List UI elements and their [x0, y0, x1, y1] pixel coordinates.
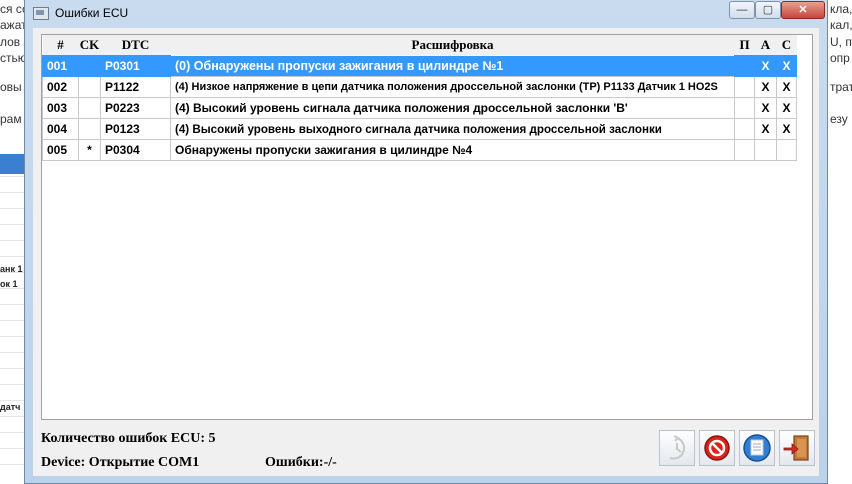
- bg-label: анк 1: [0, 264, 23, 274]
- cell-dtc: P0223: [100, 97, 171, 119]
- table-row[interactable]: 001 P0301 (0) Обнаружены пропуски зажига…: [42, 55, 797, 77]
- cell-num: 003: [42, 97, 79, 119]
- cell-p: [734, 55, 755, 77]
- cell-p: [734, 139, 755, 161]
- table-row[interactable]: 003 P0223 (4) Высокий уровень сигнала да…: [42, 97, 797, 119]
- bg-text-line: опр: [830, 51, 850, 65]
- bg-text-line: трате: [830, 80, 852, 94]
- cell-c: X: [776, 55, 797, 77]
- bg-label: датч: [0, 402, 21, 412]
- cell-num: 005: [42, 139, 79, 161]
- col-desc-header[interactable]: Расшифровка: [170, 35, 735, 56]
- cell-c: X: [776, 76, 797, 98]
- col-num-header[interactable]: #: [42, 35, 79, 56]
- cell-ck: [78, 97, 101, 119]
- window-client: # CK DTC Расшифровка П А С 001 P0301 (0)…: [33, 28, 819, 476]
- bg-text-line: кал,: [830, 18, 852, 32]
- maximize-button[interactable]: ▢: [755, 1, 781, 19]
- errors-grid: # CK DTC Расшифровка П А С 001 P0301 (0)…: [42, 35, 797, 161]
- bg-text-line: езу: [830, 112, 848, 126]
- col-dtc-header[interactable]: DTC: [100, 35, 171, 56]
- bg-text-line: рам: [0, 112, 22, 126]
- cell-p: [734, 118, 755, 140]
- bg-text-line: лов: [0, 35, 21, 49]
- col-ck-header[interactable]: CK: [78, 35, 101, 56]
- cell-p: [734, 76, 755, 98]
- cell-desc: (0) Обнаружены пропуски зажигания в цили…: [170, 55, 735, 77]
- cell-num: 001: [42, 55, 79, 77]
- bg-text-line: стью: [0, 51, 27, 65]
- clear-errors-button[interactable]: [699, 430, 735, 466]
- bg-grid: [0, 176, 24, 466]
- bg-label: ок 1: [0, 279, 18, 289]
- cell-desc: Обнаружены пропуски зажигания в цилиндре…: [170, 139, 735, 161]
- table-row[interactable]: 005 * P0304 Обнаружены пропуски зажигани…: [42, 139, 797, 161]
- cell-p: [734, 97, 755, 119]
- bg-text-line: кла,: [830, 2, 852, 16]
- bg-selected-row: [0, 154, 26, 174]
- cell-a: [754, 139, 777, 161]
- history-button[interactable]: [659, 430, 695, 466]
- device-status-label: Device: Открытие COM1: [41, 455, 200, 470]
- save-button[interactable]: [739, 430, 775, 466]
- cell-ck: [78, 55, 101, 77]
- col-a-header[interactable]: А: [754, 35, 777, 56]
- table-header: # CK DTC Расшифровка П А С: [42, 35, 797, 56]
- close-button[interactable]: ✕: [781, 1, 825, 19]
- table-row[interactable]: 002 P1122 (4) Низкое напряжение в цепи д…: [42, 76, 797, 98]
- minimize-button[interactable]: —: [729, 1, 755, 19]
- errors-status-label: Ошибки:-/-: [265, 455, 337, 470]
- exit-button[interactable]: [779, 430, 815, 466]
- cell-ck: [78, 76, 101, 98]
- cell-a: X: [754, 97, 777, 119]
- cell-num: 002: [42, 76, 79, 98]
- window-icon: [33, 7, 49, 20]
- cell-dtc: P0123: [100, 118, 171, 140]
- cell-ck: *: [78, 139, 101, 161]
- cell-ck: [78, 118, 101, 140]
- cell-dtc: P0301: [100, 55, 171, 77]
- errors-table[interactable]: # CK DTC Расшифровка П А С 001 P0301 (0)…: [41, 34, 813, 420]
- table-row[interactable]: 004 P0123 (4) Высокий уровень выходного …: [42, 118, 797, 140]
- cell-desc: (4) Высокий уровень выходного сигнала да…: [170, 118, 735, 140]
- ecu-errors-window: Ошибки ECU — ▢ ✕ # CK DTC Расшифровка П …: [24, 0, 828, 484]
- cell-c: X: [776, 97, 797, 119]
- error-count-label: Количество ошибок ECU: 5: [41, 431, 216, 446]
- cell-a: X: [754, 118, 777, 140]
- window-title: Ошибки ECU: [55, 6, 129, 20]
- col-p-header[interactable]: П: [734, 35, 755, 56]
- cell-a: X: [754, 76, 777, 98]
- cell-desc: (4) Высокий уровень сигнала датчика поло…: [170, 97, 735, 119]
- cell-c: X: [776, 118, 797, 140]
- cell-num: 004: [42, 118, 79, 140]
- title-bar[interactable]: Ошибки ECU — ▢ ✕: [25, 0, 827, 28]
- cell-dtc: P0304: [100, 139, 171, 161]
- cell-desc: (4) Низкое напряжение в цепи датчика пол…: [170, 76, 735, 98]
- col-c-header[interactable]: С: [776, 35, 797, 56]
- bg-text-line: овы: [0, 80, 22, 94]
- cell-dtc: P1122: [100, 76, 171, 98]
- cell-a: X: [754, 55, 777, 77]
- bg-text-line: U, п: [830, 35, 852, 49]
- bg-text-line: ажат: [0, 18, 27, 32]
- cell-c: [776, 139, 797, 161]
